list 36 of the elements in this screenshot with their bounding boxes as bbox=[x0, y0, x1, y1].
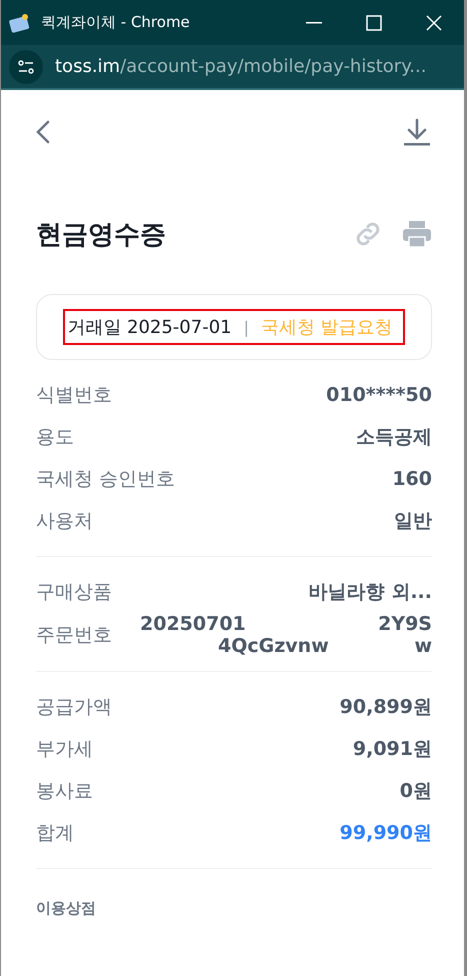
row-label: 부가세 bbox=[36, 737, 93, 762]
row-value: w bbox=[414, 635, 432, 657]
app-icon bbox=[9, 12, 31, 32]
maximize-icon bbox=[366, 14, 382, 30]
row-value: 소득공제 bbox=[356, 425, 432, 450]
row-label: 합계 bbox=[36, 821, 74, 846]
download-icon[interactable] bbox=[402, 118, 432, 146]
page-title: 현금영수증 bbox=[36, 218, 166, 252]
row-value: 2Y9S bbox=[378, 613, 432, 635]
row-label: 국세청 승인번호 bbox=[36, 467, 176, 492]
close-icon bbox=[426, 14, 442, 30]
row-value: 0원 bbox=[400, 779, 432, 804]
row-value: 90,899원 bbox=[340, 695, 432, 720]
row-label: 구매상품 bbox=[36, 580, 112, 605]
row-value: 160 bbox=[392, 468, 432, 490]
row-label: 용도 bbox=[36, 425, 74, 450]
site-settings-button[interactable] bbox=[9, 50, 43, 84]
row-value: 일반 bbox=[394, 509, 432, 534]
back-icon[interactable] bbox=[36, 120, 50, 144]
row-label: 봉사료 bbox=[36, 779, 93, 804]
row-value: 바닐라향 외... bbox=[308, 580, 432, 605]
transaction-date: 거래일 2025-07-01 bbox=[67, 316, 232, 339]
window-title: 퀵계좌이체 - Chrome bbox=[41, 13, 191, 32]
separator: | bbox=[244, 318, 249, 336]
section-heading: 이용상점 bbox=[36, 899, 97, 918]
sliders-icon bbox=[18, 60, 34, 74]
minimize-icon bbox=[306, 22, 322, 24]
row-label: 주문번호 bbox=[36, 623, 112, 648]
row-value: 010****50 bbox=[326, 384, 432, 406]
row-label: 식별번호 bbox=[36, 383, 112, 408]
row-label: 공급가액 bbox=[36, 695, 112, 720]
row-label: 사용처 bbox=[36, 509, 93, 534]
row-value: 20250701 bbox=[140, 613, 246, 635]
row-value: 99,990원 bbox=[340, 821, 432, 846]
row-value: 4QcGzvnw bbox=[218, 635, 329, 657]
row-value: 9,091원 bbox=[352, 737, 432, 762]
